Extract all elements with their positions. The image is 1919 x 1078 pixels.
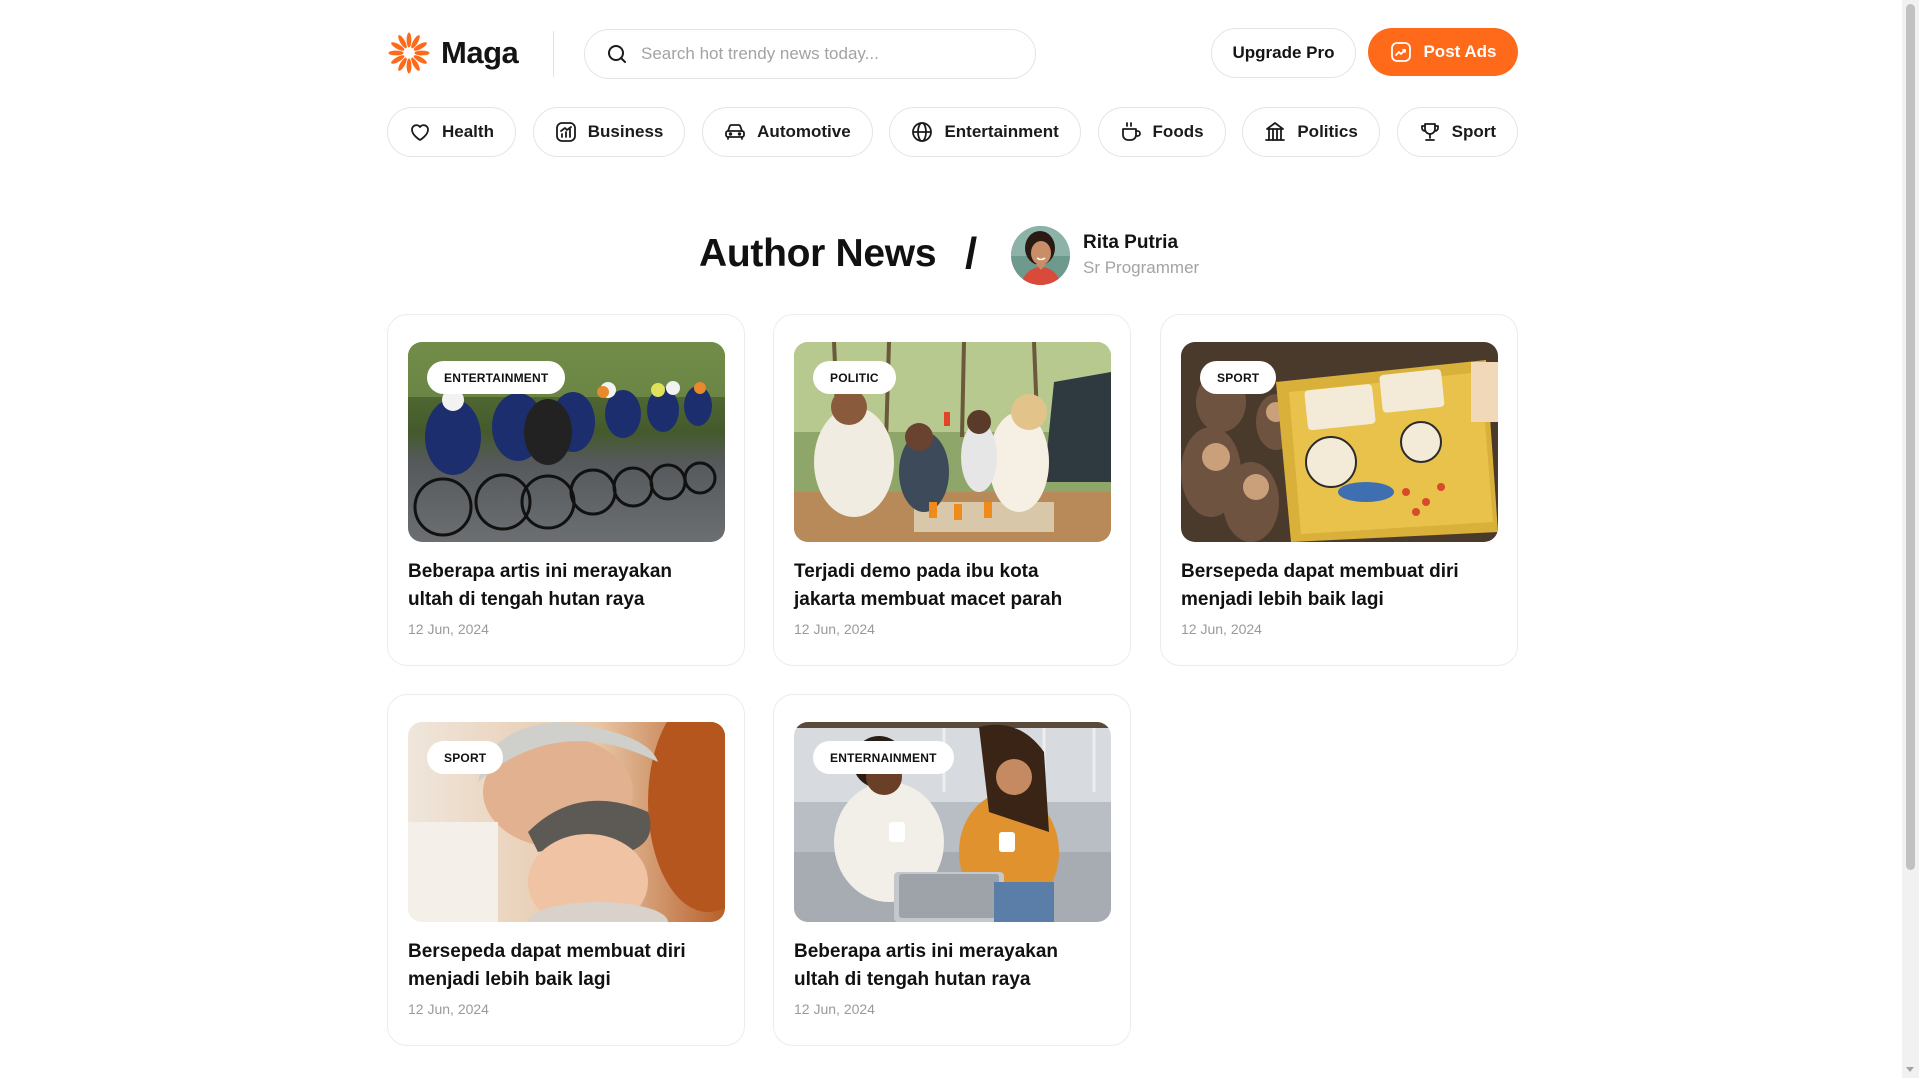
post-ads-label: Post Ads: [1423, 42, 1497, 61]
category-badge: POLITIC: [813, 361, 896, 394]
article-card[interactable]: ENTERNAINMENT Beberapa artis ini merayak…: [773, 694, 1131, 1046]
scrollbar-thumb[interactable]: [1906, 4, 1915, 870]
article-image[interactable]: ENTERTAINMENT: [408, 342, 725, 542]
building-icon: [1265, 122, 1286, 141]
category-label: Politics: [1297, 122, 1358, 141]
article-date: 12 Jun, 2024: [794, 1001, 875, 1017]
category-sport[interactable]: Sport: [1396, 107, 1518, 157]
post-ads-button[interactable]: Post Ads: [1368, 28, 1518, 76]
article-image[interactable]: SPORT: [1181, 342, 1498, 542]
article-card[interactable]: SPORT Bersepeda dapat membuat diri menja…: [1160, 314, 1518, 666]
category-automotive[interactable]: Automotive: [702, 107, 873, 157]
logo-text: Maga: [441, 35, 519, 70]
page-container: Maga Upgrade Pro Post Ads Health Busines…: [387, 0, 1518, 1078]
category-business[interactable]: Business: [532, 107, 686, 157]
author-heading: Author News / Rita Putria Sr Programmer: [387, 226, 1518, 286]
category-label: Health: [442, 122, 494, 141]
article-image[interactable]: POLITIC: [794, 342, 1111, 542]
article-title[interactable]: Bersepeda dapat membuat diri menjadi leb…: [408, 938, 718, 994]
article-image[interactable]: SPORT: [408, 722, 725, 922]
upgrade-pro-button[interactable]: Upgrade Pro: [1211, 28, 1356, 78]
search-icon: [608, 45, 626, 63]
article-title[interactable]: Bersepeda dapat membuat diri menjadi leb…: [1181, 558, 1491, 614]
top-header: Maga Upgrade Pro Post Ads: [387, 28, 1518, 79]
author-role: Sr Programmer: [1083, 258, 1200, 277]
scroll-down-arrow-icon[interactable]: [1906, 1067, 1914, 1072]
author-portrait: [1011, 226, 1070, 285]
page-title: Author News: [699, 232, 937, 275]
category-badge: SPORT: [427, 741, 504, 774]
article-date: 12 Jun, 2024: [408, 621, 489, 637]
category-entertainment[interactable]: Entertainment: [889, 107, 1081, 157]
article-date: 12 Jun, 2024: [794, 621, 875, 637]
category-nav: Health Business Automotive Entertainment…: [387, 107, 1518, 157]
article-image[interactable]: ENTERNAINMENT: [794, 722, 1111, 922]
category-label: Business: [587, 122, 664, 141]
author-name[interactable]: Rita Putria: [1083, 232, 1178, 254]
article-card[interactable]: POLITIC Terjadi demo pada ibu kota jakar…: [773, 314, 1131, 666]
article-date: 12 Jun, 2024: [408, 1001, 489, 1017]
cup-icon: [1121, 122, 1141, 141]
sunburst-logo-icon: [388, 32, 430, 74]
article-title[interactable]: Beberapa artis ini merayakan ultah di te…: [408, 558, 718, 614]
article-card[interactable]: SPORT Bersepeda dapat membuat diri menja…: [387, 694, 745, 1046]
category-label: Entertainment: [944, 122, 1059, 141]
avatar[interactable]: [1011, 226, 1070, 285]
category-badge: ENTERNAINMENT: [813, 741, 954, 774]
category-badge: ENTERTAINMENT: [427, 361, 566, 394]
category-health[interactable]: Health: [387, 107, 516, 157]
logo[interactable]: Maga: [387, 31, 519, 75]
category-label: Automotive: [757, 122, 851, 141]
category-politics[interactable]: Politics: [1242, 107, 1380, 157]
globe-icon: [912, 122, 933, 142]
category-label: Foods: [1152, 122, 1204, 141]
chart-image-icon: [1391, 42, 1412, 62]
header-divider: [553, 31, 554, 77]
search-input[interactable]: [641, 44, 1021, 64]
heart-icon: [411, 124, 429, 141]
category-foods[interactable]: Foods: [1097, 107, 1226, 157]
search-bar[interactable]: [584, 29, 1036, 79]
title-separator: /: [965, 229, 978, 278]
page-scrollbar[interactable]: [1902, 0, 1919, 1078]
article-card[interactable]: ENTERTAINMENT Beberapa artis ini merayak…: [387, 314, 745, 666]
car-icon: [725, 124, 746, 140]
article-title[interactable]: Beberapa artis ini merayakan ultah di te…: [794, 938, 1104, 994]
category-badge: SPORT: [1200, 361, 1277, 394]
category-label: Sport: [1451, 122, 1496, 141]
chart-icon: [555, 122, 576, 142]
article-date: 12 Jun, 2024: [1181, 621, 1262, 637]
article-title[interactable]: Terjadi demo pada ibu kota jakarta membu…: [794, 558, 1104, 614]
trophy-icon: [1420, 123, 1439, 141]
